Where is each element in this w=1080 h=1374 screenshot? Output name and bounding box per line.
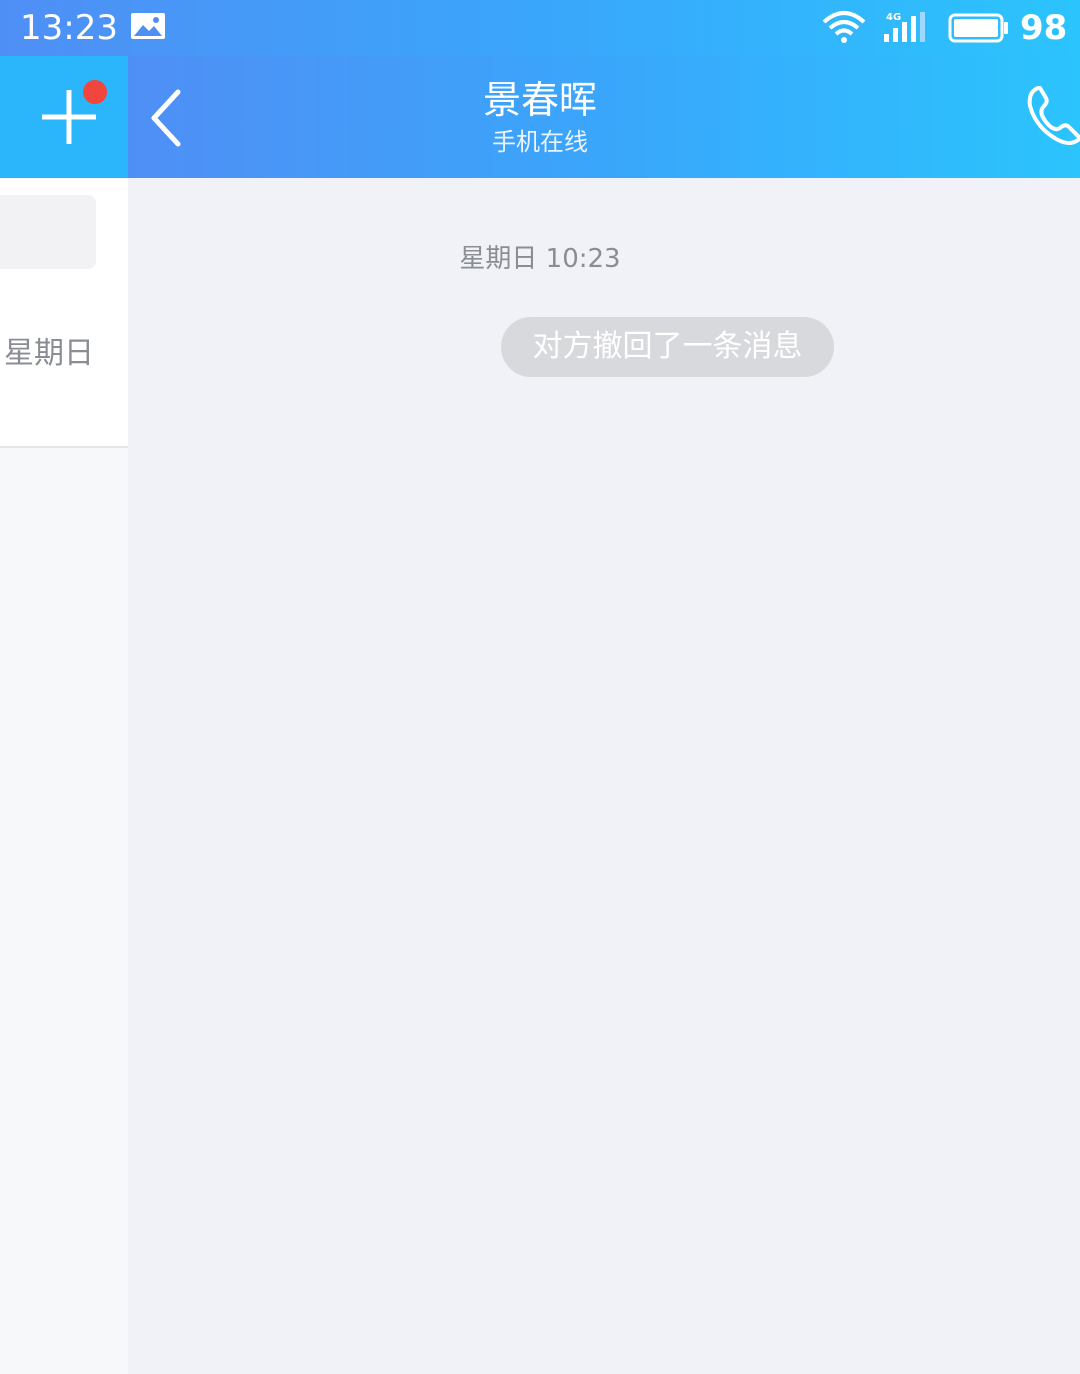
contact-name[interactable]: 景春晖 bbox=[0, 76, 1080, 124]
status-time: 13:23 bbox=[20, 8, 118, 48]
signal-4g-icon: 4G bbox=[880, 10, 934, 48]
chat-header: 景春晖 手机在线 bbox=[128, 56, 1080, 178]
list-item-date: 星期日 bbox=[4, 336, 94, 371]
wifi-icon bbox=[822, 10, 866, 48]
screen: 13:23 4G 98 星期日 景春晖 手机在线 星期日 10:23 对方撤回了… bbox=[0, 0, 1080, 1374]
svg-text:4G: 4G bbox=[886, 12, 901, 23]
battery-icon bbox=[948, 12, 1010, 48]
battery-level: 98 bbox=[1020, 8, 1068, 48]
phone-icon[interactable] bbox=[1024, 84, 1080, 152]
status-bar: 13:23 4G 98 bbox=[0, 0, 1080, 56]
message-timestamp: 星期日 10:23 bbox=[459, 244, 621, 274]
message-area[interactable]: 星期日 10:23 对方撤回了一条消息 bbox=[128, 178, 1080, 1374]
list-item[interactable]: 星期日 bbox=[0, 178, 128, 448]
gallery-icon bbox=[130, 12, 166, 44]
recalled-message-notice: 对方撤回了一条消息 bbox=[501, 317, 834, 377]
contact-status: 手机在线 bbox=[492, 128, 588, 156]
